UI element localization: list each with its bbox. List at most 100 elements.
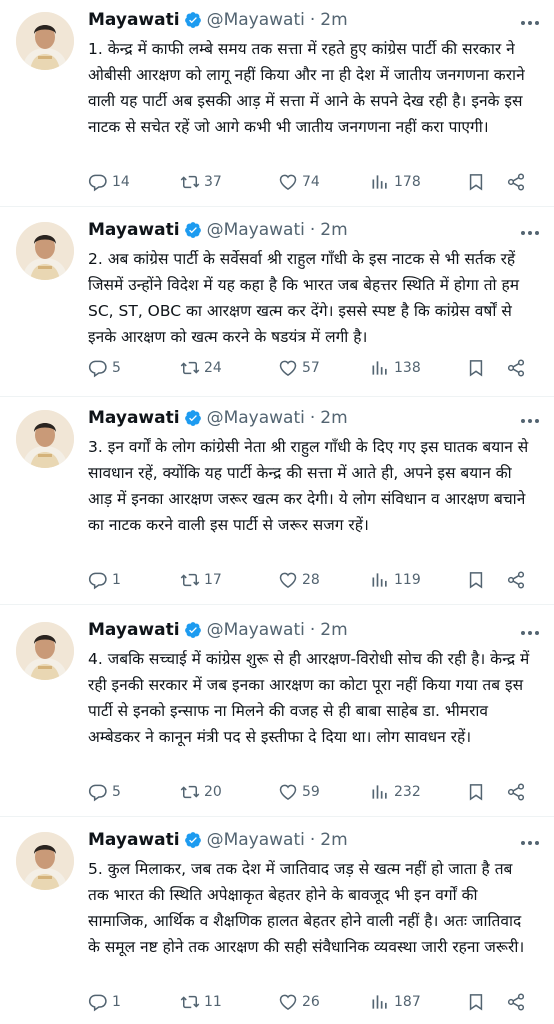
views-icon: [372, 573, 387, 587]
tweet-divider: [0, 604, 554, 605]
author-name[interactable]: Mayawati: [88, 408, 180, 428]
avatar[interactable]: [16, 622, 74, 680]
share-button[interactable]: [506, 780, 530, 804]
retweet-button[interactable]: 37: [180, 170, 222, 194]
reply-count: 5: [112, 360, 121, 376]
reply-icon: [88, 174, 107, 192]
views-button[interactable]: 119: [370, 568, 421, 592]
bookmark-icon: [469, 174, 483, 191]
separator-dot: ·: [309, 620, 316, 640]
heart-icon: [279, 784, 297, 800]
share-button[interactable]: [506, 170, 530, 194]
retweet-icon: [180, 361, 200, 375]
retweet-icon: [180, 175, 200, 189]
views-button[interactable]: 232: [370, 780, 421, 804]
retweet-button[interactable]: 24: [180, 356, 222, 380]
like-button[interactable]: 74: [278, 170, 320, 194]
views-button[interactable]: 187: [370, 990, 421, 1014]
timestamp[interactable]: 2m: [320, 220, 347, 240]
avatar[interactable]: [16, 832, 74, 890]
retweet-button[interactable]: 20: [180, 780, 222, 804]
like-button[interactable]: 59: [278, 780, 320, 804]
author-name[interactable]: Mayawati: [88, 830, 180, 850]
retweet-count: 11: [204, 994, 222, 1010]
author-handle[interactable]: @Mayawati: [207, 830, 305, 850]
action-bar: 14 37 74 178: [88, 170, 538, 194]
share-button[interactable]: [506, 356, 530, 380]
tweet-5[interactable]: Mayawati @Mayawati · 2m 5. कुल मिलाकर, ज…: [0, 826, 554, 1022]
views-icon: [372, 361, 387, 375]
timestamp[interactable]: 2m: [320, 620, 347, 640]
share-button[interactable]: [506, 990, 530, 1014]
reply-button[interactable]: 1: [88, 990, 121, 1014]
share-icon: [507, 993, 525, 1011]
tweet-text: 2. अब कांग्रेस पार्टी के सर्वेसर्वा श्री…: [88, 250, 519, 346]
views-count: 119: [394, 572, 421, 588]
views-count: 178: [394, 174, 421, 190]
bookmark-button[interactable]: [466, 568, 490, 592]
views-count: 138: [394, 360, 421, 376]
bookmark-icon: [469, 360, 483, 377]
share-icon: [507, 173, 525, 191]
like-count: 26: [302, 994, 320, 1010]
like-count: 57: [302, 360, 320, 376]
author-handle[interactable]: @Mayawati: [207, 408, 305, 428]
tweet-1[interactable]: Mayawati @Mayawati · 2m 1. केन्द्र में क…: [0, 6, 554, 202]
share-icon: [507, 783, 525, 801]
timestamp[interactable]: 2m: [320, 830, 347, 850]
avatar[interactable]: [16, 410, 74, 468]
more-icon[interactable]: [520, 830, 540, 851]
tweet-text: 4. जबकि सच्चाई में कांग्रेस शुरू से ही आ…: [88, 650, 530, 746]
retweet-count: 17: [204, 572, 222, 588]
more-icon[interactable]: [520, 620, 540, 641]
action-bar: 5 24 57 138: [88, 356, 538, 380]
timestamp[interactable]: 2m: [320, 408, 347, 428]
tweet-4[interactable]: Mayawati @Mayawati · 2m 4. जबकि सच्चाई म…: [0, 616, 554, 812]
reply-button[interactable]: 5: [88, 356, 121, 380]
reply-button[interactable]: 1: [88, 568, 121, 592]
like-button[interactable]: 57: [278, 356, 320, 380]
retweet-button[interactable]: 11: [180, 990, 222, 1014]
reply-button[interactable]: 5: [88, 780, 121, 804]
retweet-count: 24: [204, 360, 222, 376]
reply-count: 5: [112, 784, 121, 800]
reply-button[interactable]: 14: [88, 170, 130, 194]
more-icon[interactable]: [520, 408, 540, 429]
retweet-count: 20: [204, 784, 222, 800]
reply-icon: [88, 360, 107, 378]
more-icon[interactable]: [520, 220, 540, 241]
share-button[interactable]: [506, 568, 530, 592]
tweet-2[interactable]: Mayawati @Mayawati · 2m 2. अब कांग्रेस प…: [0, 216, 554, 396]
like-count: 74: [302, 174, 320, 190]
tweet-divider: [0, 816, 554, 817]
views-button[interactable]: 138: [370, 356, 421, 380]
author-name[interactable]: Mayawati: [88, 220, 180, 240]
author-name[interactable]: Mayawati: [88, 10, 180, 30]
bookmark-button[interactable]: [466, 170, 490, 194]
avatar[interactable]: [16, 222, 74, 280]
tweet-3[interactable]: Mayawati @Mayawati · 2m 3. इन वर्गों के …: [0, 404, 554, 600]
bookmark-button[interactable]: [466, 780, 490, 804]
avatar[interactable]: [16, 12, 74, 70]
bookmark-button[interactable]: [466, 356, 490, 380]
author-name[interactable]: Mayawati: [88, 620, 180, 640]
retweet-icon: [180, 785, 200, 799]
heart-icon: [279, 572, 297, 588]
like-button[interactable]: 28: [278, 568, 320, 592]
bookmark-button[interactable]: [466, 990, 490, 1014]
tweet-divider: [0, 206, 554, 207]
like-button[interactable]: 26: [278, 990, 320, 1014]
views-button[interactable]: 178: [370, 170, 421, 194]
author-handle[interactable]: @Mayawati: [207, 620, 305, 640]
more-icon[interactable]: [520, 10, 540, 31]
separator-dot: ·: [309, 830, 316, 850]
author-handle[interactable]: @Mayawati: [207, 220, 305, 240]
views-count: 187: [394, 994, 421, 1010]
tweet-divider: [0, 396, 554, 397]
timestamp[interactable]: 2m: [320, 10, 347, 30]
retweet-button[interactable]: 17: [180, 568, 222, 592]
verified-badge-icon: [184, 831, 202, 849]
action-bar: 1 11 26 187: [88, 990, 538, 1014]
author-handle[interactable]: @Mayawati: [207, 10, 305, 30]
tweet-text: 3. इन वर्गों के लोग कांग्रेसी नेता श्री …: [88, 438, 529, 534]
